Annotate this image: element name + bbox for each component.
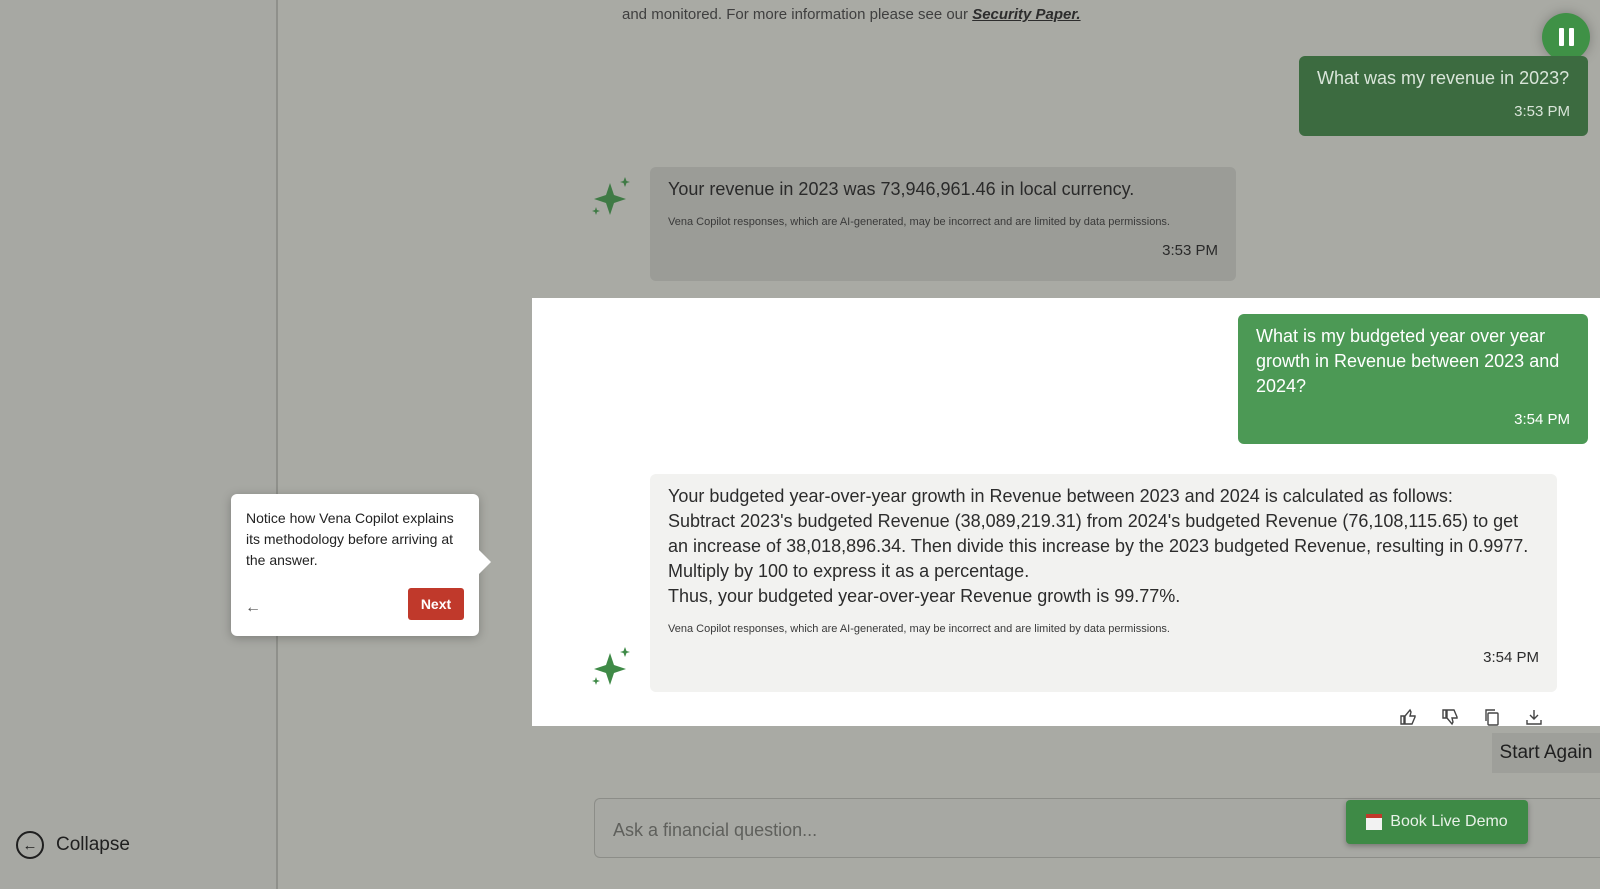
message-time: 3:54 PM (1514, 411, 1570, 428)
security-paper-link[interactable]: Security Paper. (972, 6, 1080, 23)
thumbs-up-icon[interactable] (1398, 707, 1418, 727)
ai-disclaimer: Vena Copilot responses, which are AI-gen… (668, 623, 1170, 635)
answer-line: Thus, your budgeted year-over-year Reven… (668, 586, 1181, 606)
message-time: 3:53 PM (1514, 103, 1570, 120)
pause-icon (1558, 28, 1564, 46)
message-time: 3:54 PM (1483, 649, 1539, 666)
sidebar: ← Collapse (0, 0, 278, 889)
user-message-text: What is my budgeted year over year growt… (1256, 326, 1560, 396)
user-message-text: What was my revenue in 2023? (1317, 68, 1570, 88)
pause-icon-bar (1568, 28, 1574, 46)
answer-line: Your budgeted year-over-year growth in R… (668, 486, 1453, 506)
start-again-button[interactable]: Start Again (1492, 733, 1600, 773)
assistant-message-text: Your revenue in 2023 was 73,946,961.46 i… (668, 179, 1135, 199)
security-notice-text: and monitored. For more information plea… (622, 6, 969, 23)
user-message: What is my budgeted year over year growt… (1238, 314, 1588, 444)
copy-icon[interactable] (1482, 707, 1502, 727)
tooltip-text: Notice how Vena Copilot explains its met… (246, 510, 454, 568)
collapse-label: Collapse (56, 834, 130, 855)
copilot-sparkle-icon (592, 177, 630, 215)
assistant-message: Your revenue in 2023 was 73,946,961.46 i… (650, 167, 1236, 281)
security-notice: and monitored. For more information plea… (622, 6, 1081, 23)
tour-tooltip: Notice how Vena Copilot explains its met… (231, 494, 491, 636)
answer-line: Subtract 2023's budgeted Revenue (38,089… (668, 511, 1529, 556)
next-button[interactable]: Next (408, 588, 464, 620)
calendar-icon (1366, 814, 1383, 830)
book-live-demo-label: Book Live Demo (1390, 813, 1508, 830)
answer-line: Multiply by 100 to express it as a perce… (668, 561, 1030, 581)
download-icon[interactable] (1524, 707, 1544, 727)
pause-button[interactable] (1542, 13, 1590, 61)
message-actions (1398, 707, 1544, 727)
question-input[interactable] (611, 815, 1315, 845)
arrow-left-icon[interactable]: ← (245, 597, 261, 618)
circle-arrow-left-icon: ← (16, 831, 44, 859)
message-time: 3:53 PM (1162, 242, 1218, 259)
assistant-message: Your budgeted year-over-year growth in R… (650, 474, 1557, 692)
copilot-sparkle-icon (592, 647, 630, 685)
assistant-message-text: Your budgeted year-over-year growth in R… (668, 484, 1539, 609)
ai-disclaimer: Vena Copilot responses, which are AI-gen… (668, 216, 1170, 228)
collapse-button[interactable]: ← Collapse (16, 831, 130, 859)
book-live-demo-button[interactable]: Book Live Demo (1346, 800, 1528, 844)
thumbs-down-icon[interactable] (1440, 707, 1460, 727)
user-message: What was my revenue in 2023? 3:53 PM (1299, 56, 1588, 136)
